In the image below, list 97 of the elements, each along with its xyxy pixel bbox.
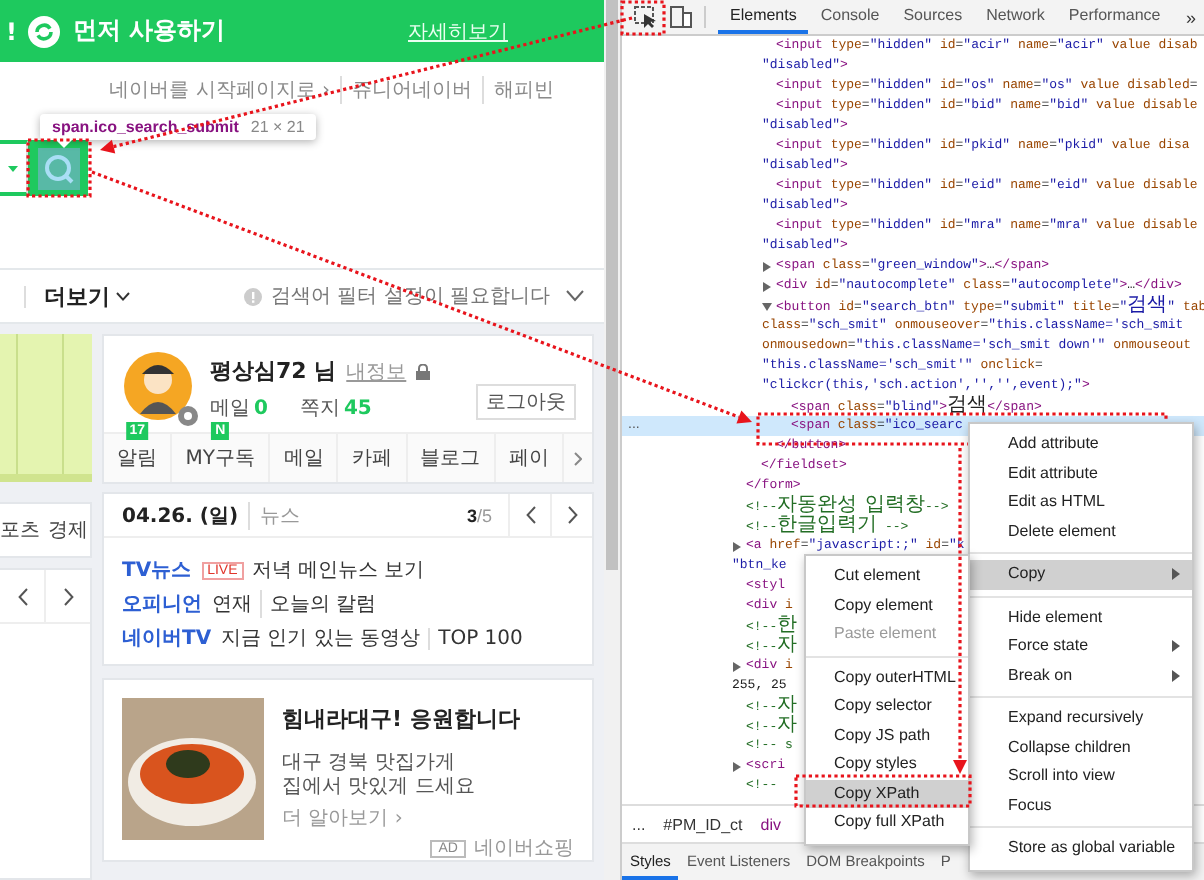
news-link[interactable]: 저녁 메인뉴스 보기	[251, 556, 433, 584]
menu-item[interactable]: Delete element	[970, 517, 1192, 546]
devtools-tab[interactable]: Elements	[718, 0, 809, 34]
shortcut-link[interactable]: MY구독	[185, 444, 256, 472]
settings-icon[interactable]	[178, 406, 198, 426]
more-menu[interactable]: 더보기	[44, 281, 130, 311]
search-button[interactable]	[28, 140, 88, 196]
menu-item[interactable]: Copy full XPath	[806, 808, 968, 837]
devtools-tab[interactable]: Sources	[891, 0, 975, 34]
menu-item[interactable]: Copy outerHTML	[806, 663, 968, 692]
food-photo-placeholder	[122, 698, 264, 840]
menu-item[interactable]: Copy	[970, 560, 1192, 589]
menu-item[interactable]: Focus	[970, 791, 1192, 820]
logout-button[interactable]: 로그아웃	[476, 384, 576, 420]
breadcrumb-item[interactable]: div	[760, 815, 781, 833]
devtools-tab[interactable]: Performance	[1056, 0, 1173, 34]
expand-toggle[interactable]	[732, 761, 742, 771]
menu-item[interactable]: Copy selector	[806, 692, 968, 721]
chevron-right-icon	[567, 506, 577, 524]
banner-title: 먼저 사용하기	[72, 14, 226, 48]
menu-item[interactable]: Edit attribute	[970, 459, 1192, 488]
lock-icon	[416, 363, 431, 379]
exclamation-text: !	[6, 17, 17, 45]
news-source-link[interactable]: 네이버TV	[122, 624, 212, 652]
page-counter: 3/5	[466, 505, 492, 525]
submenu-arrow-icon	[1172, 640, 1180, 653]
category-link[interactable]: 경제	[48, 516, 88, 544]
ad-title[interactable]: 힘내라대구! 응원합니다	[282, 704, 574, 734]
tooltip-size: 21 × 21	[250, 118, 305, 136]
more-tabs-button[interactable]: »	[1185, 7, 1196, 27]
menu-item[interactable]: Hide element	[970, 603, 1192, 632]
menu-item[interactable]: Copy element	[806, 591, 968, 620]
menu-item[interactable]: Store as global variable	[970, 834, 1192, 863]
news-link[interactable]: TOP 100	[428, 627, 531, 649]
mail-label[interactable]: 메일	[210, 394, 250, 422]
shortcut-link[interactable]: 블로그	[420, 444, 481, 472]
menu-item[interactable]: Break on	[970, 661, 1192, 690]
caret-icon	[8, 165, 18, 171]
breadcrumb-item[interactable]: ...	[632, 815, 646, 833]
user-name: 평상심72 님	[210, 356, 337, 386]
menu-item[interactable]: Expand recursively	[970, 704, 1192, 733]
menu-item[interactable]: Copy JS path	[806, 721, 968, 750]
top-link[interactable]: 쥬니어네이버	[340, 76, 482, 104]
menu-item[interactable]: Add attribute	[970, 430, 1192, 459]
shortcut-link[interactable]: 페이	[508, 444, 549, 472]
news-source-link[interactable]: TV뉴스	[122, 556, 192, 584]
advertiser-name: 네이버쇼핑	[474, 836, 574, 862]
shortcut-link[interactable]: 알림	[117, 444, 158, 472]
menu-item[interactable]: Collapse children	[970, 733, 1192, 762]
avatar-icon	[122, 350, 194, 422]
expand-toggle[interactable]	[732, 541, 742, 551]
expand-toggle[interactable]	[732, 661, 742, 671]
menu-item[interactable]: Scroll into view	[970, 762, 1192, 791]
menu-item[interactable]: Force state	[970, 632, 1192, 661]
devtools-tab[interactable]: Network	[974, 0, 1057, 34]
submenu-arrow-icon	[1172, 568, 1180, 581]
news-date: 04.26. (일)	[122, 503, 239, 529]
note-count: 45	[343, 397, 372, 419]
expand-toggle[interactable]	[762, 261, 772, 271]
highlight-box	[620, 0, 666, 36]
ad-description: 대구 경북 맛집가게	[282, 752, 457, 776]
submenu-arrow-icon	[1172, 669, 1180, 682]
sync-icon	[28, 15, 61, 47]
news-section: 뉴스	[248, 501, 301, 529]
news-link[interactable]: 오늘의 칼럼	[260, 590, 385, 618]
search-icon	[37, 147, 79, 189]
chevron-down-icon	[566, 290, 584, 302]
scrollbar-thumb[interactable]	[606, 0, 618, 570]
highlight-box	[26, 138, 92, 198]
menu-item[interactable]: Edit as HTML	[970, 488, 1192, 517]
expand-toggle[interactable]	[762, 281, 772, 291]
news-link[interactable]: 연재	[212, 590, 260, 618]
chevron-right-icon	[63, 587, 73, 605]
ad-description: 집에서 맛있게 드세요	[282, 776, 477, 800]
menu-item[interactable]: Copy XPath	[806, 779, 968, 808]
menu-item[interactable]: Copy styles	[806, 750, 968, 779]
news-link[interactable]: 지금 인기 있는 동영상	[221, 624, 429, 652]
chevron-left-icon	[525, 506, 535, 524]
note-label[interactable]: 쪽지	[299, 394, 340, 422]
expand-toggle[interactable]	[762, 301, 772, 311]
devtools-tab[interactable]: Console	[808, 0, 892, 34]
info-icon	[244, 287, 263, 305]
category-link[interactable]: 포츠	[0, 516, 40, 544]
top-link[interactable]: 네이버를 시작페이지로 ›	[99, 76, 340, 104]
shortcut-link[interactable]: 메일	[283, 444, 324, 472]
chevron-left-icon	[17, 587, 27, 605]
search-field[interactable]	[0, 140, 28, 196]
breadcrumb-item[interactable]: #PM_ID_ct	[663, 815, 743, 833]
chevron-right-icon	[573, 451, 582, 465]
mail-count: 0	[254, 397, 268, 419]
chevron-down-icon	[116, 291, 130, 301]
news-source-link[interactable]: 오피니언	[122, 590, 202, 618]
menu-item[interactable]: Cut element	[806, 562, 968, 591]
inspect-icon[interactable]	[634, 6, 658, 28]
shortcut-link[interactable]: 카페	[351, 444, 392, 472]
device-toolbar-icon[interactable]	[670, 6, 692, 28]
expand-button[interactable]	[566, 290, 584, 302]
